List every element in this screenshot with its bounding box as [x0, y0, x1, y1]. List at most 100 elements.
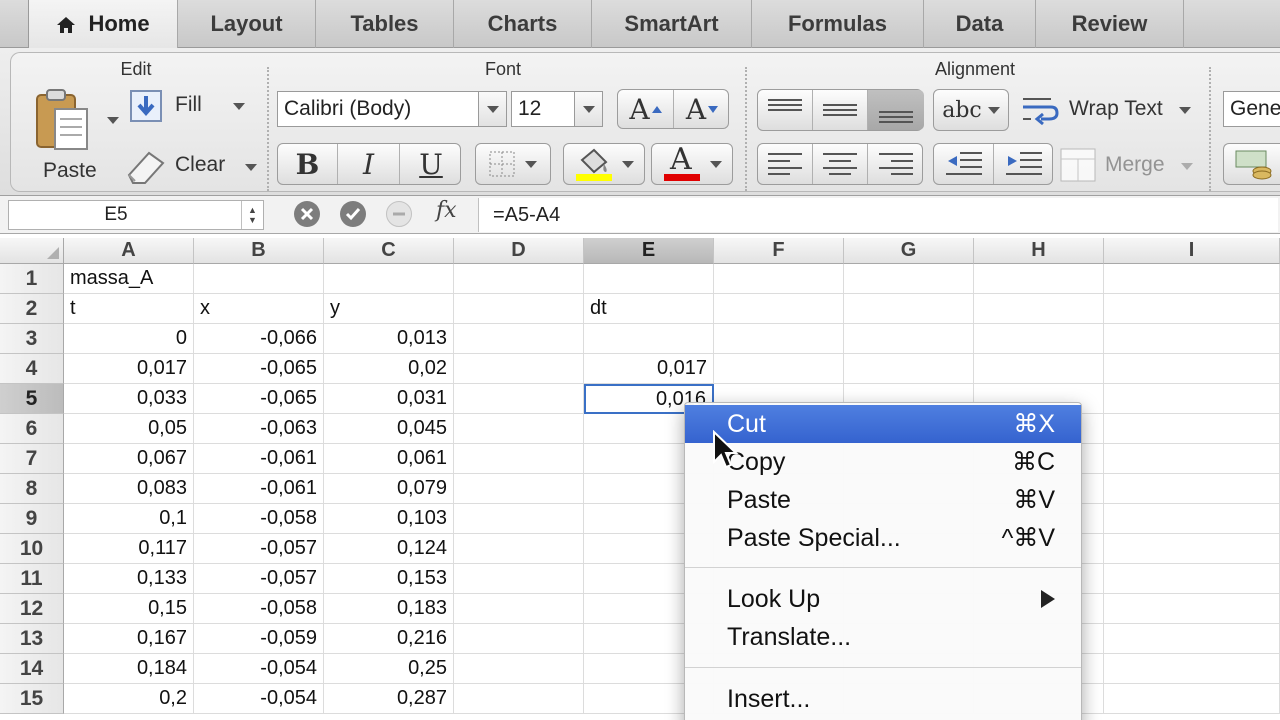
font-name-select[interactable]: Calibri (Body) — [277, 91, 507, 127]
menu-item-look-up[interactable]: Look Up — [685, 580, 1081, 618]
cell[interactable]: 0 — [64, 324, 194, 354]
grow-font-button[interactable]: A — [618, 90, 674, 128]
cell[interactable] — [1104, 594, 1280, 624]
function-icon[interactable]: fx — [436, 198, 457, 223]
cell[interactable]: -0,058 — [194, 594, 324, 624]
orientation-button[interactable]: abc — [933, 89, 1009, 131]
column-header-d[interactable]: D — [454, 238, 584, 264]
cell[interactable]: 0,05 — [64, 414, 194, 444]
cell[interactable] — [714, 354, 844, 384]
font-size-dropdown[interactable] — [574, 92, 602, 126]
row-header-5[interactable]: 5 — [0, 384, 64, 414]
paste-button[interactable]: Paste — [27, 87, 123, 187]
cell[interactable] — [454, 504, 584, 534]
cell[interactable]: -0,059 — [194, 624, 324, 654]
cell[interactable]: 0,031 — [324, 384, 454, 414]
cell[interactable] — [454, 324, 584, 354]
fill-color-button[interactable] — [563, 143, 645, 185]
row-header-12[interactable]: 12 — [0, 594, 64, 624]
cell[interactable] — [1104, 384, 1280, 414]
name-box[interactable]: E5 ▲ ▼ — [8, 200, 264, 230]
row-header-9[interactable]: 9 — [0, 504, 64, 534]
cell[interactable]: -0,061 — [194, 474, 324, 504]
column-header-e[interactable]: E — [584, 238, 714, 264]
row-header-2[interactable]: 2 — [0, 294, 64, 324]
number-format-select[interactable]: Gene — [1223, 91, 1280, 127]
font-color-button[interactable]: A — [651, 142, 733, 185]
cell[interactable]: 0,15 — [64, 594, 194, 624]
menu-item-paste[interactable]: Paste ⌘V — [685, 481, 1081, 519]
cell[interactable]: 0,2 — [64, 684, 194, 714]
cell[interactable] — [714, 294, 844, 324]
cell[interactable] — [1104, 264, 1280, 294]
cell[interactable] — [454, 594, 584, 624]
align-top-button[interactable] — [758, 90, 813, 130]
column-header-g[interactable]: G — [844, 238, 974, 264]
cell[interactable] — [454, 654, 584, 684]
cell[interactable] — [1104, 354, 1280, 384]
formula-input[interactable]: =A5-A4 — [478, 198, 1278, 232]
column-header-h[interactable]: H — [974, 238, 1104, 264]
cell[interactable]: -0,065 — [194, 384, 324, 414]
column-header-b[interactable]: B — [194, 238, 324, 264]
align-right-button[interactable] — [868, 144, 924, 184]
align-bottom-button[interactable] — [868, 90, 924, 130]
cell[interactable]: -0,058 — [194, 504, 324, 534]
cell[interactable]: 0,153 — [324, 564, 454, 594]
font-name-dropdown[interactable] — [478, 92, 506, 126]
tab-charts[interactable]: Charts — [454, 0, 592, 48]
cell[interactable]: 0,1 — [64, 504, 194, 534]
cell[interactable]: 0,017 — [584, 354, 714, 384]
cell[interactable] — [1104, 534, 1280, 564]
cell[interactable] — [1104, 684, 1280, 714]
cell[interactable] — [454, 384, 584, 414]
cell[interactable]: -0,061 — [194, 444, 324, 474]
cell[interactable]: dt — [584, 294, 714, 324]
column-header-c[interactable]: C — [324, 238, 454, 264]
shrink-font-button[interactable]: A — [674, 90, 730, 128]
merge-button[interactable]: Merge — [1059, 145, 1199, 185]
row-header-7[interactable]: 7 — [0, 444, 64, 474]
cell[interactable]: 0,013 — [324, 324, 454, 354]
cell[interactable] — [714, 264, 844, 294]
cell[interactable] — [974, 294, 1104, 324]
cell[interactable] — [454, 264, 584, 294]
cell[interactable]: -0,057 — [194, 564, 324, 594]
currency-format-button[interactable] — [1223, 143, 1280, 185]
cell[interactable] — [454, 444, 584, 474]
row-header-8[interactable]: 8 — [0, 474, 64, 504]
cell[interactable]: 0,216 — [324, 624, 454, 654]
cell[interactable]: 0,103 — [324, 504, 454, 534]
menu-item-cut[interactable]: Cut ⌘X — [685, 405, 1081, 443]
cell[interactable]: -0,054 — [194, 684, 324, 714]
tab-tables[interactable]: Tables — [316, 0, 454, 48]
cell[interactable] — [454, 684, 584, 714]
clear-button[interactable]: Clear — [123, 147, 263, 185]
cell[interactable]: 0,167 — [64, 624, 194, 654]
cell[interactable]: y — [324, 294, 454, 324]
fill-dropdown-caret[interactable] — [233, 103, 245, 110]
cell[interactable]: -0,063 — [194, 414, 324, 444]
tab-formulas[interactable]: Formulas — [752, 0, 924, 48]
menu-item-copy[interactable]: Copy ⌘C — [685, 443, 1081, 481]
cell[interactable]: 0,045 — [324, 414, 454, 444]
paste-dropdown-caret[interactable] — [107, 117, 119, 124]
column-header-f[interactable]: F — [714, 238, 844, 264]
bold-button[interactable]: B — [278, 144, 338, 184]
cell[interactable]: 0,033 — [64, 384, 194, 414]
select-all-corner[interactable] — [0, 238, 64, 264]
cell[interactable]: 0,061 — [324, 444, 454, 474]
fill-button[interactable]: Fill — [129, 89, 249, 123]
formula-builder-button[interactable] — [386, 201, 412, 227]
cell[interactable] — [194, 264, 324, 294]
row-header-4[interactable]: 4 — [0, 354, 64, 384]
increase-indent-button[interactable] — [994, 144, 1054, 184]
cell[interactable] — [1104, 654, 1280, 684]
tab-smartart[interactable]: SmartArt — [592, 0, 752, 48]
tab-layout[interactable]: Layout — [178, 0, 316, 48]
row-header-6[interactable]: 6 — [0, 414, 64, 444]
cell[interactable] — [974, 264, 1104, 294]
row-header-10[interactable]: 10 — [0, 534, 64, 564]
decrease-indent-button[interactable] — [934, 144, 994, 184]
menu-item-translate[interactable]: Translate... — [685, 618, 1081, 656]
